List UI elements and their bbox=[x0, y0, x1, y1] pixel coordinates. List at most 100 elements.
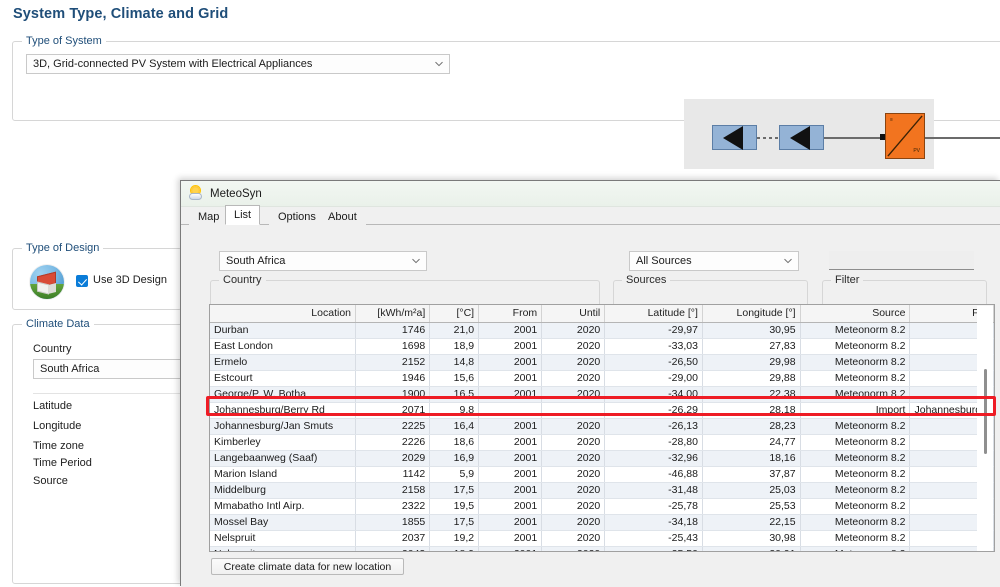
table-cell: -34,00 bbox=[604, 386, 703, 403]
table-cell: 2001 bbox=[478, 498, 543, 515]
table-cell: 2001 bbox=[478, 354, 543, 371]
col-temperature[interactable]: [°C] bbox=[429, 305, 480, 323]
table-row[interactable]: Kimberley 2226 18,6 2001 2020 -28,80 24,77 Mete… bbox=[210, 434, 994, 451]
table-row[interactable]: Langebaanweg (Saaf) 2029 16,9 2001 2020 -32,9… bbox=[210, 450, 994, 467]
dashed-wire bbox=[757, 137, 779, 139]
table-row[interactable]: Durban 1746 21,0 2001 2020 -29,97 30,95 Meteono… bbox=[210, 322, 994, 339]
table-cell: -26,29 bbox=[604, 402, 703, 419]
climate-divider bbox=[33, 393, 193, 394]
table-row[interactable]: Nelspruit204318,920012020-25,5030,91Mete… bbox=[210, 546, 994, 551]
col-longitude[interactable]: Longitude [°] bbox=[702, 305, 801, 323]
table-row[interactable]: Ermelo 2152 14,8 2001 2020 -26,50 29,98 Meteono… bbox=[210, 354, 994, 371]
type-of-design-legend: Type of Design bbox=[22, 242, 104, 254]
table-cell: -25,43 bbox=[604, 530, 703, 547]
meteosyn-titlebar: MeteoSyn bbox=[181, 181, 1000, 207]
table-cell: 18,16 bbox=[702, 450, 801, 467]
col-until[interactable]: Until bbox=[541, 305, 606, 323]
table-cell: 2020 bbox=[541, 354, 606, 371]
table-cell: -46,88 bbox=[604, 466, 703, 483]
table-cell: 1746 bbox=[355, 322, 431, 339]
table-cell: 2020 bbox=[541, 434, 606, 451]
table-cell: 2020 bbox=[541, 450, 606, 467]
table-cell: 2020 bbox=[541, 338, 606, 355]
table-row[interactable]: Johannesburg/Jan Smuts 2225 16,4 2001 2020 -2… bbox=[210, 418, 994, 435]
table-cell: Nelspruit bbox=[210, 530, 356, 547]
table-row[interactable]: Mmabatho Intl Airp. 2322 19,5 2001 2020 -25,7… bbox=[210, 498, 994, 515]
table-cell: 16,4 bbox=[429, 418, 480, 435]
table-cell: 18,9 bbox=[429, 338, 480, 355]
use-3d-design-checkbox[interactable] bbox=[76, 275, 88, 287]
tab-map[interactable]: Map bbox=[189, 208, 229, 225]
table-row[interactable]: George/P. W. Botha 1900 16,5 2001 2020 -34,00… bbox=[210, 386, 994, 403]
latitude-label: Latitude bbox=[33, 400, 73, 412]
use-3d-design-label: Use 3D Design bbox=[93, 274, 167, 286]
tab-list[interactable]: List bbox=[225, 205, 261, 225]
meteosyn-country-dropdown[interactable]: South Africa bbox=[219, 251, 427, 271]
table-row[interactable]: Mossel Bay 1855 17,5 2001 2020 -34,18 22,15 Met… bbox=[210, 514, 994, 531]
table-cell: Ermelo bbox=[210, 354, 356, 371]
table-cell bbox=[478, 402, 543, 419]
table-cell: Kimberley bbox=[210, 434, 356, 451]
col-from[interactable]: From bbox=[478, 305, 543, 323]
table-cell: 28,18 bbox=[702, 402, 801, 419]
system-type-value: 3D, Grid-connected PV System with Electr… bbox=[33, 58, 313, 70]
table-cell: 2001 bbox=[478, 530, 543, 547]
filter-input[interactable] bbox=[829, 251, 974, 270]
table-cell: Mmabatho Intl Airp. bbox=[210, 498, 356, 515]
tab-about[interactable]: About bbox=[319, 208, 366, 225]
locations-grid: Location [kWh/m²a] [°C] From Until Latit… bbox=[210, 305, 994, 551]
tab-options[interactable]: Options bbox=[269, 208, 325, 225]
table-cell: 30,98 bbox=[702, 530, 801, 547]
table-cell: Meteonorm 8.2 bbox=[800, 450, 911, 467]
source-label: Source bbox=[33, 475, 68, 487]
table-row[interactable]: Johannesburg/Berry Rd 2071 9,8 -26,29 28,18 I… bbox=[210, 402, 994, 419]
table-cell: 14,8 bbox=[429, 354, 480, 371]
system-type-dropdown[interactable]: 3D, Grid-connected PV System with Electr… bbox=[26, 54, 450, 74]
table-row[interactable]: East London 1698 18,9 2001 2020 -33,03 27,83 Me… bbox=[210, 338, 994, 355]
chevron-down-icon bbox=[434, 59, 443, 68]
scrollbar-thumb[interactable] bbox=[984, 369, 987, 454]
table-cell: 21,0 bbox=[429, 322, 480, 339]
table-cell: 22,15 bbox=[702, 514, 801, 531]
table-cell: 19,5 bbox=[429, 498, 480, 515]
table-cell: -28,80 bbox=[604, 434, 703, 451]
table-cell: 2001 bbox=[478, 514, 543, 531]
table-row[interactable]: Middelburg 2158 17,5 2001 2020 -31,48 25,03 Met… bbox=[210, 482, 994, 499]
table-cell: 30,91 bbox=[702, 546, 801, 551]
col-irradiation[interactable]: [kWh/m²a] bbox=[355, 305, 431, 323]
table-cell: 2001 bbox=[478, 338, 543, 355]
table-cell: 2001 bbox=[478, 386, 543, 403]
table-cell: 1900 bbox=[355, 386, 431, 403]
table-cell: 2001 bbox=[478, 466, 543, 483]
table-row[interactable]: Marion Island 1142 5,9 2001 2020 -46,88 37,87 M… bbox=[210, 466, 994, 483]
climate-locations-table[interactable]: Location [kWh/m²a] [°C] From Until Latit… bbox=[209, 304, 995, 552]
table-row[interactable]: Estcourt 1946 15,6 2001 2020 -29,00 29,88 Meteo… bbox=[210, 370, 994, 387]
longitude-label: Longitude bbox=[33, 420, 82, 432]
table-cell: Meteonorm 8.2 bbox=[800, 530, 911, 547]
table-cell: 2020 bbox=[541, 498, 606, 515]
table-cell: Meteonorm 8.2 bbox=[800, 338, 911, 355]
table-cell: 2001 bbox=[478, 546, 543, 551]
table-cell: 2043 bbox=[355, 546, 431, 551]
col-source[interactable]: Source bbox=[800, 305, 911, 323]
col-location[interactable]: Location bbox=[210, 305, 356, 323]
create-climate-data-button[interactable]: Create climate data for new location bbox=[211, 558, 404, 575]
table-cell: Johannesburg/Jan Smuts bbox=[210, 418, 356, 435]
table-cell: 22,38 bbox=[702, 386, 801, 403]
filter-panel-legend: Filter bbox=[831, 274, 864, 286]
table-cell: Marion Island bbox=[210, 466, 356, 483]
table-cell: Meteonorm 8.2 bbox=[800, 546, 911, 551]
table-cell: 17,5 bbox=[429, 482, 480, 499]
climate-country-label: Country bbox=[33, 343, 72, 355]
col-latitude[interactable]: Latitude [°] bbox=[604, 305, 703, 323]
sources-dropdown[interactable]: All Sources bbox=[629, 251, 799, 271]
table-cell: 2001 bbox=[478, 370, 543, 387]
table-cell: Meteonorm 8.2 bbox=[800, 418, 911, 435]
table-cell: Meteonorm 8.2 bbox=[800, 322, 911, 339]
table-cell: 9,8 bbox=[429, 402, 480, 419]
3d-house-icon bbox=[30, 265, 64, 299]
table-cell: Meteonorm 8.2 bbox=[800, 386, 911, 403]
table-cell: 2020 bbox=[541, 514, 606, 531]
table-vertical-scrollbar[interactable] bbox=[977, 306, 993, 551]
table-row[interactable]: Nelspruit 2037 19,2 2001 2020 -25,43 30,98 Mete… bbox=[210, 530, 994, 547]
